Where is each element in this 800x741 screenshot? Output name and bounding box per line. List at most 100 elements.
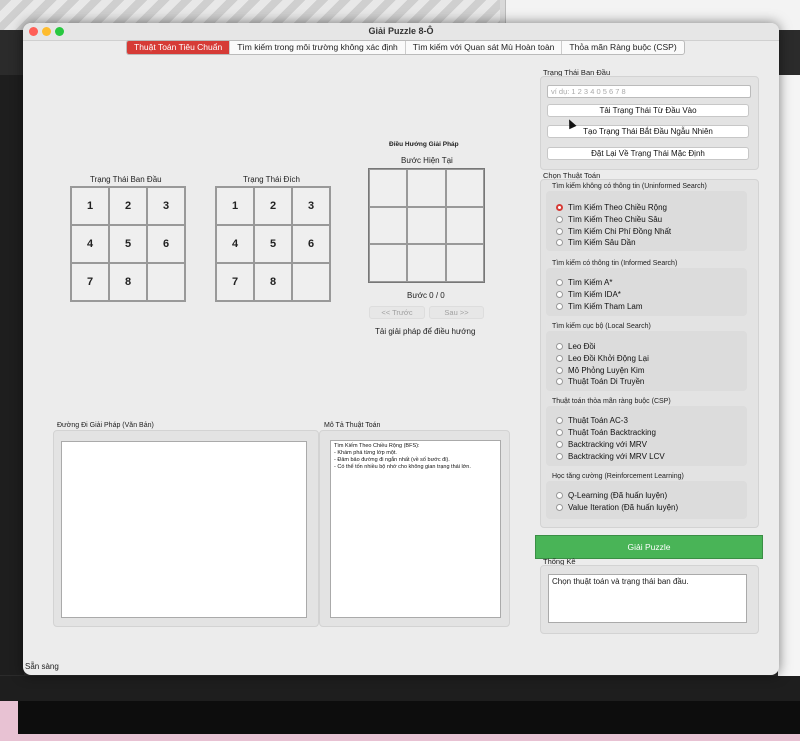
radio-q-learning[interactable]: Q-Learning (Đã huấn luyện) xyxy=(556,490,667,501)
radio-icon xyxy=(556,429,563,436)
tab-csp[interactable]: Thỏa mãn Ràng buộc (CSP) xyxy=(562,41,683,54)
local-group-title: Tìm kiếm cục bộ (Local Search) xyxy=(552,323,651,330)
background-code-editor xyxy=(0,75,24,675)
csp-group-title: Thuật toán thỏa mãn ràng buộc (CSP) xyxy=(552,398,671,405)
radio-ids[interactable]: Tìm Kiếm Sâu Dần xyxy=(556,237,636,248)
initial-tile: 6 xyxy=(147,225,185,263)
radio-icon xyxy=(556,343,563,350)
current-step-board xyxy=(368,168,485,283)
goal-tile: 3 xyxy=(292,187,330,225)
tab-standard-algorithms[interactable]: Thuật Toán Tiêu Chuẩn xyxy=(127,41,231,54)
radio-icon xyxy=(556,303,563,310)
radio-icon xyxy=(556,279,563,286)
current-tile xyxy=(445,244,484,282)
radio-random-restart[interactable]: Leo Đồi Khởi Động Lại xyxy=(556,353,649,364)
next-step-button[interactable]: Sau >> xyxy=(429,306,484,319)
goal-tile: 4 xyxy=(216,225,254,263)
algorithm-desc-label: Mô Tả Thuật Toán xyxy=(324,422,381,429)
step-counter: Bước 0 / 0 xyxy=(407,291,445,300)
current-tile xyxy=(445,206,484,245)
goal-tile: 6 xyxy=(292,225,330,263)
radio-backtracking-mrv[interactable]: Backtracking với MRV xyxy=(556,439,647,450)
radio-backtracking[interactable]: Thuật Toán Backtracking xyxy=(556,427,656,438)
radio-hill-climbing[interactable]: Leo Đồi xyxy=(556,341,596,352)
background-terminal xyxy=(0,676,800,741)
current-tile xyxy=(445,169,484,207)
current-tile xyxy=(369,169,408,207)
current-tile xyxy=(407,169,446,207)
radio-idastar[interactable]: Tìm Kiếm IDA* xyxy=(556,289,621,300)
app-window: Giải Puzzle 8-Ô Thuật Toán Tiêu Chuẩn Tì… xyxy=(23,23,779,675)
tab-bar: Thuật Toán Tiêu Chuẩn Tìm kiếm trong môi… xyxy=(126,40,685,55)
radio-selected-icon xyxy=(556,204,563,211)
radio-bfs[interactable]: Tìm Kiếm Theo Chiều Rộng xyxy=(556,202,667,213)
stats-text[interactable]: Chọn thuật toán và trạng thái ban đầu. xyxy=(548,574,747,623)
status-text: Sẵn sàng xyxy=(25,662,59,671)
uninformed-group-title: Tìm kiếm không có thông tin (Uninformed … xyxy=(552,183,707,190)
radio-icon xyxy=(556,453,563,460)
random-state-button[interactable]: Tạo Trạng Thái Bắt Đầu Ngẫu Nhiên xyxy=(547,125,749,138)
initial-tile: 7 xyxy=(71,263,109,301)
prev-step-button[interactable]: << Trước xyxy=(369,306,425,319)
informed-group-title: Tìm kiếm có thông tin (Informed Search) xyxy=(552,260,678,267)
goal-tile: 1 xyxy=(216,187,254,225)
rl-group-title: Học tăng cường (Reinforcement Learning) xyxy=(552,473,684,480)
current-tile xyxy=(369,206,408,245)
initial-tile: 2 xyxy=(109,187,147,225)
radio-greedy[interactable]: Tìm Kiếm Tham Lam xyxy=(556,301,643,312)
radio-ac3[interactable]: Thuật Toán AC-3 xyxy=(556,415,628,426)
radio-icon xyxy=(556,239,563,246)
radio-genetic[interactable]: Thuật Toán Di Truyền xyxy=(556,376,644,387)
initial-tile: 1 xyxy=(71,187,109,225)
window-title: Giải Puzzle 8-Ô xyxy=(368,26,434,36)
reset-state-button[interactable]: Đặt Lại Về Trạng Thái Mặc Định xyxy=(547,147,749,160)
load-state-button[interactable]: Tải Trạng Thái Từ Đầu Vào xyxy=(547,104,749,117)
goal-tile: 2 xyxy=(254,187,292,225)
algorithm-desc-text[interactable]: Tìm Kiếm Theo Chiều Rộng (BFS): - Khám p… xyxy=(330,440,501,618)
initial-tile-blank xyxy=(147,263,185,301)
navigation-hint: Tải giải pháp để điều hướng xyxy=(375,327,476,336)
current-tile xyxy=(407,244,446,282)
goal-tile: 8 xyxy=(254,263,292,301)
radio-icon xyxy=(556,378,563,385)
initial-tile: 3 xyxy=(147,187,185,225)
radio-icon xyxy=(556,441,563,448)
tab-nondeterministic[interactable]: Tìm kiếm trong môi trường không xác định xyxy=(230,41,406,54)
radio-ucs[interactable]: Tìm Kiếm Chi Phí Đồng Nhất xyxy=(556,226,671,237)
navigation-title: Điều Hướng Giải Pháp xyxy=(389,141,459,148)
radio-icon xyxy=(556,355,563,362)
radio-dfs[interactable]: Tìm Kiếm Theo Chiều Sâu xyxy=(556,214,662,225)
radio-icon xyxy=(556,492,563,499)
current-tile xyxy=(407,206,446,245)
status-bar: Sẵn sàng xyxy=(23,659,779,675)
current-tile xyxy=(369,244,408,282)
radio-icon xyxy=(556,291,563,298)
goal-tile-blank xyxy=(292,263,330,301)
title-bar: Giải Puzzle 8-Ô xyxy=(23,23,779,41)
initial-tile: 4 xyxy=(71,225,109,263)
solve-button[interactable]: Giải Puzzle xyxy=(535,535,763,559)
goal-tile: 7 xyxy=(216,263,254,301)
radio-icon xyxy=(556,367,563,374)
radio-backtracking-mrv-lcv[interactable]: Backtracking với MRV LCV xyxy=(556,451,665,462)
initial-board-label: Trạng Thái Ban Đầu xyxy=(90,175,162,184)
initial-board: 1 2 3 4 5 6 7 8 xyxy=(70,186,186,302)
state-input[interactable]: ví dụ: 1 2 3 4 0 5 6 7 8 xyxy=(547,85,751,98)
goal-tile: 5 xyxy=(254,225,292,263)
radio-astar[interactable]: Tìm Kiếm A* xyxy=(556,277,612,288)
background-document xyxy=(778,75,800,685)
initial-tile: 8 xyxy=(109,263,147,301)
solution-path-label: Đường Đi Giải Pháp (Văn Bản) xyxy=(57,422,154,429)
goal-board-label: Trạng Thái Đích xyxy=(243,175,300,184)
tab-blind-observation[interactable]: Tìm kiếm với Quan sát Mù Hoàn toàn xyxy=(406,41,563,54)
current-step-label: Bước Hiện Tại xyxy=(401,156,453,165)
radio-value-iteration[interactable]: Value Iteration (Đã huấn luyện) xyxy=(556,502,678,513)
initial-tile: 5 xyxy=(109,225,147,263)
solution-path-text[interactable] xyxy=(61,441,307,618)
radio-icon xyxy=(556,417,563,424)
radio-icon xyxy=(556,216,563,223)
radio-simulated-annealing[interactable]: Mô Phỏng Luyện Kim xyxy=(556,365,645,376)
goal-board: 1 2 3 4 5 6 7 8 xyxy=(215,186,331,302)
radio-icon xyxy=(556,228,563,235)
radio-icon xyxy=(556,504,563,511)
